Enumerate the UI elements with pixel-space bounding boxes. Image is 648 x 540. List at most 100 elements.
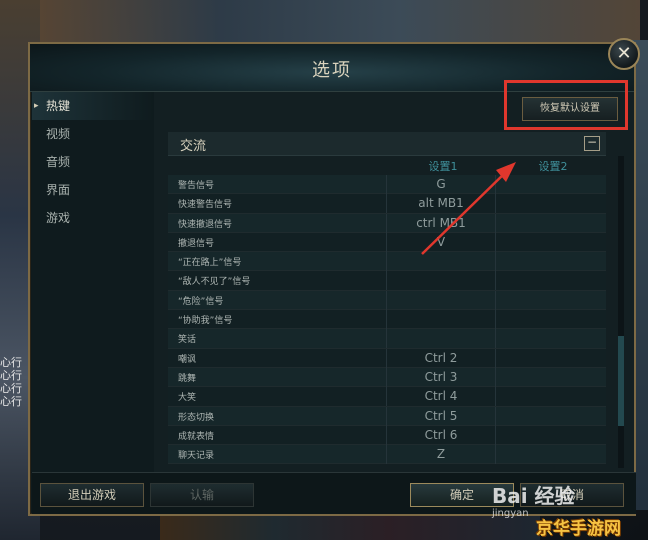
hotkey-binding-1[interactable] [386,290,496,310]
table-row: “正在路上”信号 [168,252,606,272]
table-row: 快速撤退信号 ctrl MB1 [168,213,606,233]
nav-item-label: 热键 [46,99,71,113]
chat-line: 心行 [0,395,22,408]
nav-item-hotkeys[interactable]: ▸ 热键 [32,92,154,120]
hotkey-table: 警告信号 G 快速警告信号 alt MB1 快速撤退信号 ctrl MB1 撤退… [168,175,606,465]
hotkey-label: 撤退信号 [178,238,215,249]
close-icon: ✕ [616,43,632,64]
hotkey-label: 笑话 [178,335,197,346]
hotkey-binding-1[interactable]: Ctrl 5 [386,406,496,426]
hotkey-binding-2[interactable] [496,310,606,329]
window-title: 选项 [312,60,352,81]
hotkey-label: 快速撤退信号 [178,219,233,230]
table-row: 成就表情 Ctrl 6 [168,425,606,446]
chat-line: 心行 [0,356,22,369]
nav-item-game[interactable]: 游戏 [32,204,154,232]
hotkey-binding-2[interactable] [496,387,606,406]
hotkey-binding-2[interactable] [496,233,606,252]
hotkey-binding-2[interactable] [496,252,606,271]
hotkey-binding-1[interactable] [386,271,496,291]
hotkey-binding-2[interactable] [496,291,606,310]
hotkey-binding-2[interactable] [496,329,606,348]
table-row: 警告信号 G [168,175,606,195]
options-nav: ▸ 热键 视频 音频 界面 游戏 [32,92,154,472]
background-art-top [40,0,640,44]
table-row: 嘲讽 Ctrl 2 [168,348,606,368]
hotkey-binding-1[interactable]: Ctrl 2 [386,348,496,368]
hotkey-binding-1[interactable] [386,329,496,349]
hotkey-label: 警告信号 [178,181,215,191]
nav-item-interface[interactable]: 界面 [32,176,154,204]
nav-item-audio[interactable]: 音频 [32,148,154,176]
table-row: “敌人不见了”信号 [168,271,606,291]
nav-item-label: 游戏 [46,211,71,225]
table-row: 快速警告信号 alt MB1 [168,194,606,214]
hotkey-binding-1[interactable]: Ctrl 6 [386,425,496,445]
hotkey-binding-1[interactable]: Z [386,445,496,465]
section-header-communication[interactable]: 交流 − [168,132,606,156]
hotkey-binding-2[interactable] [496,214,606,233]
section-title: 交流 [180,139,207,154]
hotkey-binding-1[interactable] [386,310,496,330]
side-chat: 心行 心行 心行 心行 [0,356,30,408]
baidu-watermark: Bai 经验 [492,484,575,508]
table-header: 设置1 设置2 [168,156,606,174]
hotkey-binding-2[interactable] [496,194,606,213]
game-hud-strip [160,516,540,540]
hotkey-binding-1[interactable]: G [386,175,496,194]
hotkey-binding-1[interactable]: V [386,232,496,252]
hotkey-binding-2[interactable] [496,445,606,464]
nav-item-label: 视频 [46,127,71,141]
nav-item-video[interactable]: 视频 [32,120,154,148]
table-row: 形态切换 Ctrl 5 [168,406,606,426]
hotkey-label: 聊天记录 [178,451,215,462]
nav-item-label: 音频 [46,155,71,169]
collapse-button[interactable]: − [584,136,600,151]
hotkey-label: 嘲讽 [178,354,197,365]
scrollbar[interactable] [618,156,624,468]
hotkey-binding-1[interactable]: Ctrl 4 [386,387,496,407]
hotkey-binding-2[interactable] [496,175,606,194]
table-row: 聊天记录 Z [168,445,606,465]
table-row: 跳舞 Ctrl 3 [168,367,606,388]
hotkey-label: 形态切换 [178,412,215,423]
restore-defaults-button[interactable]: 恢复默认设置 [522,97,618,121]
hotkey-binding-2[interactable] [496,407,606,426]
column-header-setting2: 设置2 [538,160,568,173]
hotkey-label: “敌人不见了”信号 [178,277,251,288]
baidu-watermark-sub: jingyan [492,508,529,519]
site-watermark: 京华手游网 [536,519,621,539]
table-row: 笑话 [168,329,606,349]
title-bar: 选项 [30,44,634,92]
table-row: “协助我”信号 [168,310,606,330]
hotkey-label: 成就表情 [178,431,215,442]
active-arrow-icon: ▸ [34,101,39,111]
close-button[interactable]: ✕ [608,38,640,70]
hotkey-label: 大笑 [178,393,197,404]
hotkey-binding-1[interactable] [386,252,496,272]
hotkey-label: “协助我”信号 [178,316,233,327]
chat-line: 心行 [0,369,22,382]
table-row: “危险”信号 [168,290,606,311]
nav-item-label: 界面 [46,183,71,197]
surrender-button[interactable]: 认输 [150,483,254,507]
column-header-setting1: 设置1 [428,160,458,173]
hotkey-binding-2[interactable] [496,368,606,387]
hotkey-binding-2[interactable] [496,426,606,445]
hotkey-binding-2[interactable] [496,271,606,290]
table-row: 大笑 Ctrl 4 [168,387,606,407]
hotkey-binding-1[interactable]: ctrl MB1 [386,213,496,233]
hotkey-label: 快速警告信号 [178,200,233,211]
hotkey-binding-1[interactable]: Ctrl 3 [386,367,496,387]
hotkey-label: “正在路上”信号 [178,258,242,269]
chat-line: 心行 [0,382,22,395]
hotkey-binding-1[interactable]: alt MB1 [386,194,496,214]
hotkey-label: “危险”信号 [178,296,224,307]
hotkey-binding-2[interactable] [496,349,606,368]
table-row: 撤退信号 V [168,232,606,253]
options-window: 选项 ✕ ▸ 热键 视频 音频 界面 游戏 恢复默认设置 交流 − 设置1 设置 [28,38,640,516]
hotkey-label: 跳舞 [178,373,197,384]
scrollbar-thumb[interactable] [618,336,624,426]
hotkeys-panel: 恢复默认设置 交流 − 设置1 设置2 警告信号 G 快速警告信号 alt MB… [154,80,634,472]
exit-game-button[interactable]: 退出游戏 [40,483,144,507]
